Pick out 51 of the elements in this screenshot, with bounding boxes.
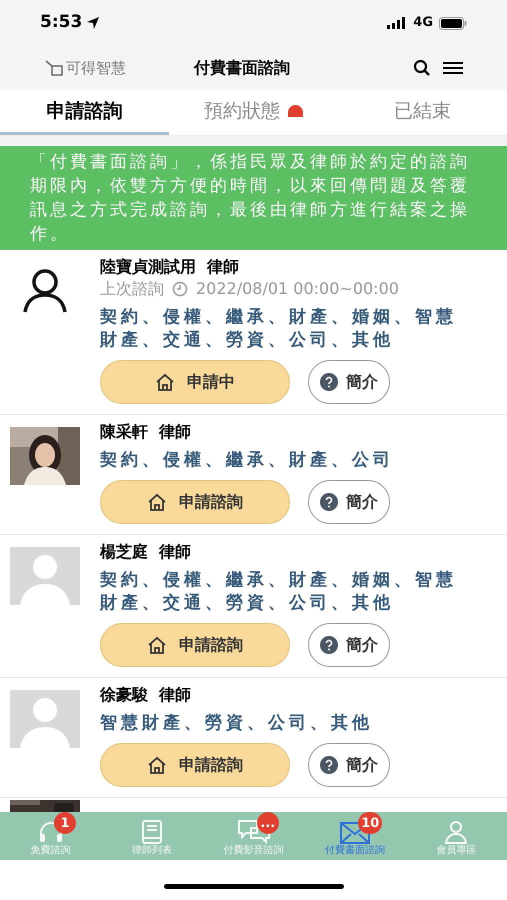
apply-button[interactable]: 申請諮詢 [100, 743, 290, 787]
apply-button[interactable]: 申請中 [100, 360, 290, 404]
network-label: 4G [413, 14, 433, 32]
avatar-placeholder-icon [10, 547, 80, 605]
lawyer-name: 陳采軒 律師 [100, 421, 192, 443]
intro-button[interactable]: 簡介 [308, 480, 390, 524]
apply-button[interactable]: 申請諮詢 [100, 480, 290, 524]
battery-icon [439, 16, 467, 30]
practice-areas: 契約、侵權、繼承、財產、婚姻、智慧財產、交通、勞資、公司、其他 [100, 306, 497, 352]
count-badge: ... [256, 812, 279, 834]
last-consult-label: 上次諮詢 [100, 278, 164, 300]
lawyer-name: 徐豪駿 律師 [100, 684, 192, 706]
question-icon [320, 756, 338, 774]
count-badge: 1 [54, 812, 76, 834]
notice-banner: 「付費書面諮詢」，係指民眾及律師於約定的諮詢期限內，依雙方方便的時間，以來回傳問題及答覆訊息之方式完成諮詢，最後由律師方進行結案之操作。 [0, 146, 507, 250]
question-icon [320, 373, 338, 391]
search-icon[interactable] [413, 59, 431, 77]
apply-button[interactable]: 申請諮詢 [100, 623, 290, 667]
logo-text: 可得智慧 [66, 58, 126, 79]
headset-icon [38, 820, 64, 844]
tab[interactable]: 已結束 [338, 90, 507, 135]
tab[interactable]: 預約狀態 [169, 90, 338, 135]
house-icon [147, 636, 167, 654]
practice-areas: 智慧財產、勞資、公司、其他 [100, 712, 497, 735]
practice-areas: 契約、侵權、繼承、財產、婚姻、智慧財產、交通、勞資、公司、其他 [100, 569, 497, 615]
menu-icon[interactable] [443, 61, 463, 75]
house-icon [155, 373, 175, 391]
intro-button[interactable]: 簡介 [308, 623, 390, 667]
practice-areas: 契約、侵權、繼承、財產、公司 [100, 449, 497, 472]
count-badge: 10 [358, 812, 382, 834]
page-title: 付費書面諮詢 [194, 57, 290, 79]
clock-icon [172, 281, 188, 297]
house-icon [147, 493, 167, 511]
bottom-nav-tab[interactable]: 付費書面諮詢 10 [304, 812, 406, 860]
lawyer-name: 楊芝庭 律師 [100, 541, 192, 563]
logo-icon [44, 59, 64, 77]
intro-button[interactable]: 簡介 [308, 360, 390, 404]
question-icon [320, 636, 338, 654]
house-icon [147, 756, 167, 774]
bottom-nav-tab[interactable]: 付費影音諮詢 ... [202, 812, 304, 860]
intro-button[interactable]: 簡介 [308, 743, 390, 787]
lawyer-name: 陸寶貞測試用 律師 [100, 256, 240, 278]
last-consult-time: 2022/08/01 00:00~00:00 [196, 278, 399, 300]
person-icon [444, 820, 468, 844]
book-icon [141, 820, 164, 844]
location-arrow-icon [86, 16, 100, 30]
bottom-nav-tab[interactable]: 免費諮詢 1 [0, 812, 102, 860]
question-icon [320, 493, 338, 511]
signal-icon [387, 17, 408, 29]
status-time: 5:53 [40, 11, 82, 34]
avatar-placeholder-icon [10, 690, 80, 748]
